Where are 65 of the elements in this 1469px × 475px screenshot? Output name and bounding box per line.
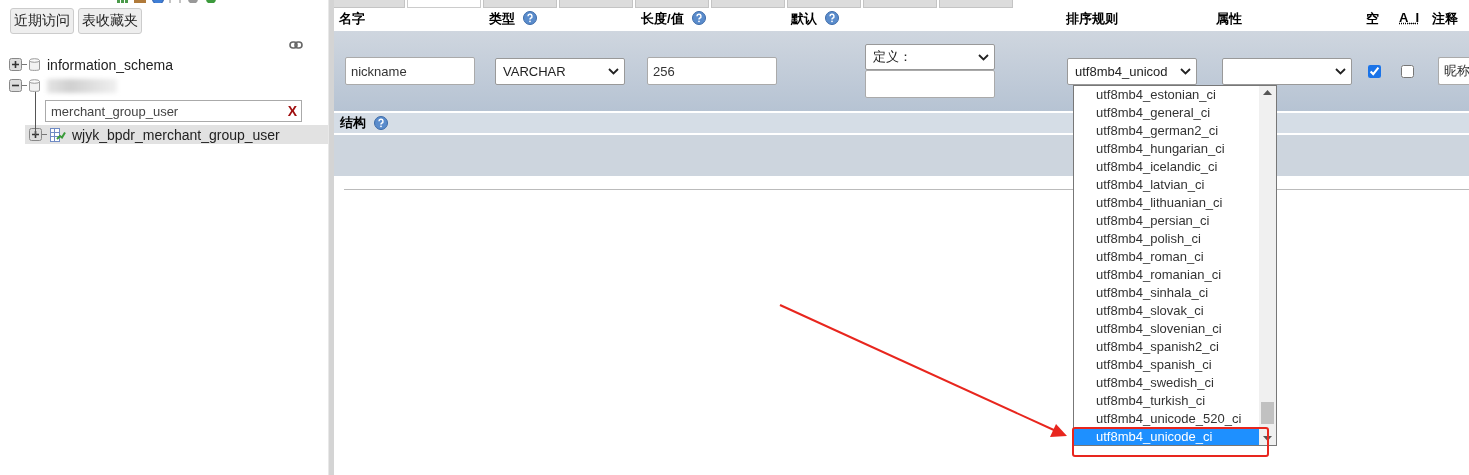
tab[interactable] (407, 0, 481, 8)
comment-field[interactable]: 昵称 (1438, 57, 1469, 85)
column-header: 名字 (339, 11, 365, 26)
dropdown-option[interactable]: utf8mb4_estonian_ci (1074, 86, 1259, 104)
dropdown-option[interactable]: utf8mb4_polish_ci (1074, 230, 1259, 248)
dropdown-option[interactable]: utf8mb4_roman_ci (1074, 248, 1259, 266)
dropdown-option[interactable]: utf8mb4_german2_ci (1074, 122, 1259, 140)
tree-row[interactable]: wjyk_bpdr_merchant_group_user (25, 125, 328, 144)
help-icon[interactable] (374, 116, 388, 130)
collapse-icon[interactable] (9, 79, 22, 92)
column-header: 空 (1366, 11, 1379, 26)
dropdown-option[interactable]: utf8mb4_persian_ci (1074, 212, 1259, 230)
dropdown-option[interactable]: utf8mb4_icelandic_ci (1074, 158, 1259, 176)
name-field[interactable]: nickname (345, 57, 475, 85)
dropdown-option[interactable]: utf8mb4_spanish_ci (1074, 356, 1259, 374)
type-select[interactable]: VARCHAR (495, 57, 625, 85)
attribute-select[interactable] (1222, 57, 1352, 85)
chevron-icon (1180, 67, 1191, 75)
section-title: 结构 (340, 114, 366, 132)
help-icon[interactable] (691, 11, 706, 25)
help-icon[interactable] (825, 11, 839, 25)
dropdown-option[interactable]: utf8mb4_slovak_ci (1074, 302, 1259, 320)
dropdown-option[interactable]: utf8mb4_general_ci (1074, 104, 1259, 122)
column-header: 类型 (489, 11, 515, 26)
dropdown-option[interactable]: utf8mb4_unicode_520_ci (1074, 410, 1259, 428)
dropdown-option[interactable]: utf8mb4_lithuanian_ci (1074, 194, 1259, 212)
null-checkbox[interactable] (1368, 64, 1381, 78)
database-icon (29, 57, 40, 72)
column-header: 默认 (791, 11, 817, 26)
column-header: 长度/值 (641, 11, 684, 26)
auto-increment-checkbox[interactable] (1401, 64, 1414, 78)
length-field[interactable]: 256 (647, 57, 777, 85)
link-icon[interactable] (289, 41, 303, 49)
scroll-down-icon[interactable] (1263, 436, 1272, 441)
expand-icon[interactable] (9, 58, 22, 71)
scrollbar[interactable] (1259, 86, 1276, 445)
column-header: 排序规则 (1066, 11, 1118, 26)
dropdown-option[interactable]: utf8mb4_turkish_ci (1074, 392, 1259, 410)
dropdown-option[interactable]: utf8mb4_slovenian_ci (1074, 320, 1259, 338)
default-select[interactable]: 定义： (865, 44, 995, 70)
dropdown-option[interactable]: utf8mb4_romanian_ci (1074, 266, 1259, 284)
filter-field[interactable]: merchant_group_user X (45, 100, 302, 122)
nav-button[interactable]: 表收藏夹 (78, 8, 142, 34)
expand-icon[interactable] (29, 128, 42, 141)
column-header: A_I (1399, 10, 1420, 25)
dropdown-option[interactable]: utf8mb4_hungarian_ci (1074, 140, 1259, 158)
dropdown-option[interactable]: utf8mb4_swedish_ci (1074, 374, 1259, 392)
chevron-icon (1335, 67, 1346, 75)
column-header: 属性 (1216, 11, 1242, 26)
database-icon (29, 78, 40, 93)
dropdown-option[interactable]: utf8mb4_sinhala_ci (1074, 284, 1259, 302)
collation-select[interactable]: utf8mb4_unicod (1067, 57, 1197, 85)
tree-item[interactable]: information_schema (47, 56, 174, 73)
dropdown-option[interactable]: utf8mb4_latvian_ci (1074, 176, 1259, 194)
chevron-icon (608, 67, 619, 75)
column-header: 注释 (1432, 11, 1458, 26)
table-icon (50, 127, 66, 142)
default-value-field[interactable] (865, 70, 995, 98)
scroll-thumb[interactable] (1261, 402, 1274, 424)
chevron-icon (978, 53, 989, 61)
clear-button[interactable]: X (287, 103, 297, 119)
nav-button[interactable]: 近期访问 (10, 8, 74, 34)
scroll-up-icon[interactable] (1263, 90, 1272, 95)
help-icon[interactable] (523, 11, 537, 25)
dropdown-option[interactable]: utf8mb4_spanish2_ci (1074, 338, 1259, 356)
